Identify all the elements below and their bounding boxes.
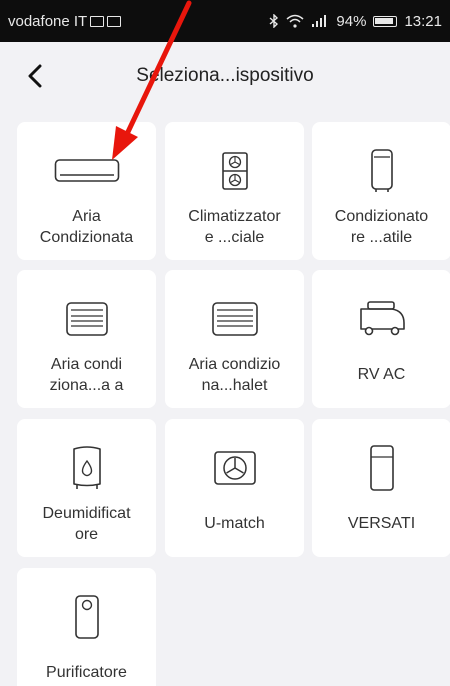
fan-unit-icon xyxy=(213,451,256,485)
device-tile-versati[interactable]: VERSATI xyxy=(312,419,450,557)
device-label: Climatizzator e ...ciale xyxy=(188,208,281,246)
signal-icon xyxy=(312,15,327,27)
purifier-icon xyxy=(74,595,99,639)
device-tile-condizionatore-portatile[interactable]: Condizionato re ...atile xyxy=(312,122,450,260)
split-ac-icon xyxy=(54,159,119,182)
device-tile-aria-condizionata[interactable]: Aria Condizionata xyxy=(17,122,156,260)
device-tile-aria-condizionata-chalet[interactable]: Aria condizio na...halet xyxy=(165,270,304,408)
commercial-ac-icon xyxy=(221,152,248,190)
window-ac-icon xyxy=(65,302,108,336)
status-bar: vodafone IT 94% 13:21 xyxy=(0,0,450,42)
versati-icon xyxy=(369,445,394,491)
device-tile-u-match[interactable]: U-match xyxy=(165,419,304,557)
chevron-left-icon xyxy=(28,64,42,88)
device-label: Aria Condizionata xyxy=(39,208,134,246)
device-label: U-match xyxy=(204,515,265,532)
device-tile-aria-condizionata-a-finestra[interactable]: Aria condi ziona...a a xyxy=(17,270,156,408)
wifi-icon xyxy=(286,14,304,28)
chalet-ac-icon xyxy=(211,302,258,336)
battery-percent: 94% xyxy=(336,12,367,30)
device-label: RV AC xyxy=(357,366,406,383)
header: Seleziona...ispositivo xyxy=(0,42,450,110)
back-button[interactable] xyxy=(22,62,48,90)
device-label: VERSATI xyxy=(347,515,416,532)
device-tile-climatizzatore-commerciale[interactable]: Climatizzator e ...ciale xyxy=(165,122,304,260)
bluetooth-icon xyxy=(269,14,279,28)
device-label: Condizionato re ...atile xyxy=(334,208,429,246)
rv-icon xyxy=(359,301,405,336)
image-notification-icon xyxy=(107,15,122,27)
mail-notification-icon xyxy=(90,15,105,27)
device-label: Deumidificat ore xyxy=(42,505,131,543)
device-label: Aria condi ziona...a a xyxy=(49,356,124,394)
clock: 13:21 xyxy=(404,12,442,30)
dehumidifier-icon xyxy=(72,446,101,489)
device-label: Purificatore xyxy=(46,664,127,681)
carrier-name: vodafone IT xyxy=(8,12,88,30)
device-tile-deumidificatore[interactable]: Deumidificat ore xyxy=(17,419,156,557)
portable-ac-icon xyxy=(370,149,393,192)
battery-icon xyxy=(373,15,398,27)
device-tile-purificatore[interactable]: Purificatore xyxy=(17,568,156,686)
device-tile-rv-ac[interactable]: RV AC xyxy=(312,270,450,408)
device-label: Aria condizio na...halet xyxy=(188,356,281,394)
page-title: Seleziona...ispositivo xyxy=(136,65,314,86)
